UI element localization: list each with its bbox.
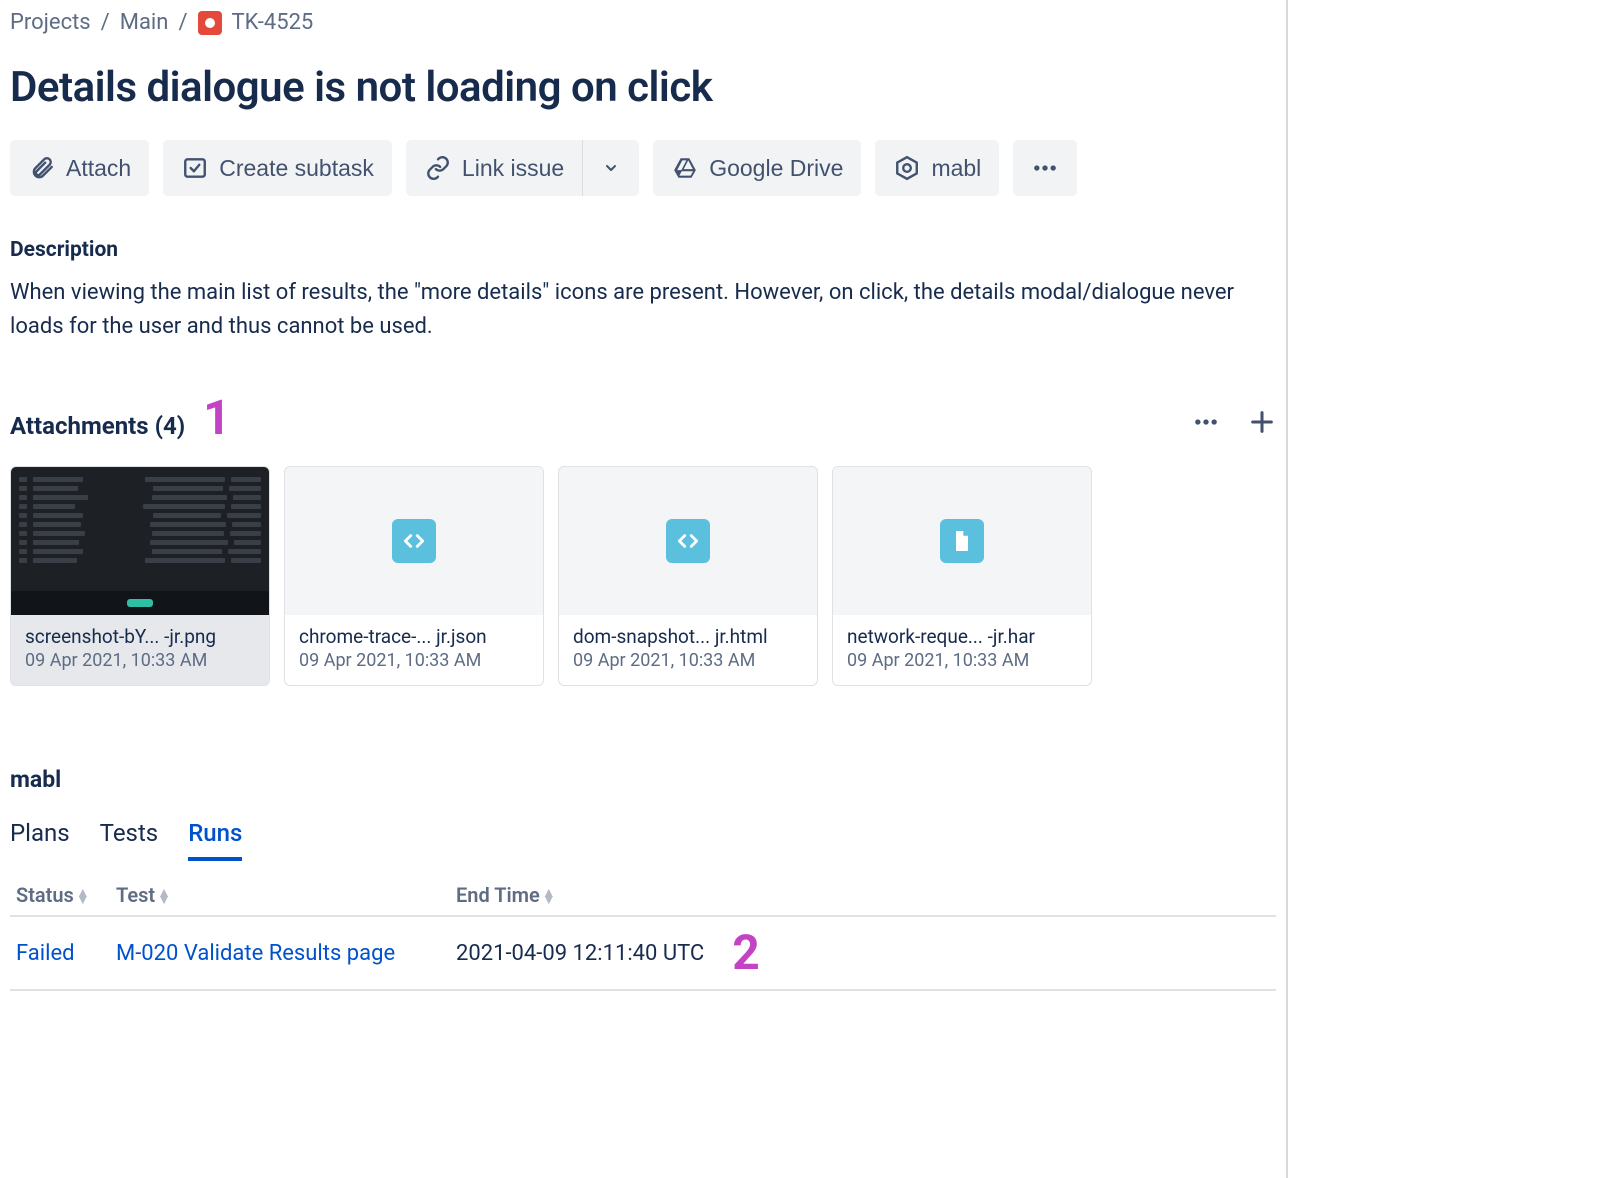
breadcrumb-issue[interactable]: TK-4525 [232, 10, 314, 35]
attach-button[interactable]: Attach [10, 140, 149, 196]
link-issue-dropdown[interactable] [583, 140, 639, 196]
col-end-time-label: End Time [456, 883, 540, 907]
run-end-time: 2021-04-09 12:11:40 UTC [456, 941, 704, 966]
run-status[interactable]: Failed [10, 916, 110, 990]
issue-type-icon [198, 11, 222, 35]
attachment-card[interactable]: screenshot-bY... -jr.png 09 Apr 2021, 10… [10, 466, 270, 686]
sort-icon: ▲▼ [542, 890, 556, 904]
tab-runs[interactable]: Runs [188, 813, 242, 861]
mabl-label: mabl [931, 155, 981, 182]
google-drive-icon [671, 154, 699, 182]
google-drive-button[interactable]: Google Drive [653, 140, 861, 196]
sort-icon: ▲▼ [157, 890, 171, 904]
attachment-date: 09 Apr 2021, 10:33 AM [25, 650, 255, 671]
create-subtask-label: Create subtask [219, 155, 374, 182]
col-test[interactable]: Test▲▼ [110, 875, 450, 916]
more-actions-button[interactable] [1013, 140, 1077, 196]
more-icon [1031, 154, 1059, 182]
attachment-date: 09 Apr 2021, 10:33 AM [573, 650, 803, 671]
breadcrumb-projects[interactable]: Projects [10, 10, 91, 35]
tab-tests[interactable]: Tests [100, 813, 159, 861]
col-status-label: Status [16, 883, 74, 907]
annotation-callout-2: 2 [732, 929, 760, 977]
link-issue-button[interactable]: Link issue [406, 140, 583, 196]
attachment-thumbnail [559, 467, 817, 615]
mabl-icon [893, 154, 921, 182]
attachment-name: network-reque... -jr.har [847, 625, 1077, 648]
description-label: Description [10, 238, 1276, 262]
attachment-card[interactable]: dom-snapshot... jr.html 09 Apr 2021, 10:… [558, 466, 818, 686]
run-test-link[interactable]: M-020 Validate Results page [110, 916, 450, 990]
breadcrumb: Projects / Main / TK-4525 [10, 10, 1276, 35]
attachment-thumbnail [11, 467, 269, 615]
attachment-card[interactable]: network-reque... -jr.har 09 Apr 2021, 10… [832, 466, 1092, 686]
breadcrumb-separator: / [101, 10, 110, 35]
attachment-date: 09 Apr 2021, 10:33 AM [847, 650, 1077, 671]
attachment-name: dom-snapshot... jr.html [573, 625, 803, 648]
attachment-thumbnail [285, 467, 543, 615]
issue-title[interactable]: Details dialogue is not loading on click [10, 63, 1276, 112]
sort-icon: ▲▼ [76, 890, 90, 904]
code-file-icon [666, 519, 710, 563]
link-icon [424, 154, 452, 182]
mabl-button[interactable]: mabl [875, 140, 999, 196]
attachment-thumbnail [833, 467, 1091, 615]
subtask-icon [181, 154, 209, 182]
attachment-card[interactable]: chrome-trace-... jr.json 09 Apr 2021, 10… [284, 466, 544, 686]
create-subtask-button[interactable]: Create subtask [163, 140, 392, 196]
annotation-callout-1: 1 [203, 404, 231, 433]
tab-plans[interactable]: Plans [10, 813, 70, 861]
col-status[interactable]: Status▲▼ [10, 875, 110, 916]
link-issue-group: Link issue [406, 140, 639, 196]
attachments-more-button[interactable] [1192, 408, 1220, 436]
code-file-icon [392, 519, 436, 563]
paperclip-icon [28, 154, 56, 182]
col-test-label: Test [116, 883, 155, 907]
link-issue-label: Link issue [462, 155, 564, 182]
google-drive-label: Google Drive [709, 155, 843, 182]
run-end-time-cell: 2021-04-09 12:11:40 UTC 2 [450, 916, 1276, 990]
mabl-tabs: Plans Tests Runs [10, 813, 1276, 861]
attachment-name: chrome-trace-... jr.json [299, 625, 529, 648]
attachments-title: Attachments (4) [10, 412, 185, 440]
breadcrumb-project[interactable]: Main [120, 10, 169, 35]
attachments-grid: screenshot-bY... -jr.png 09 Apr 2021, 10… [10, 466, 1276, 686]
breadcrumb-separator: / [178, 10, 187, 35]
attachments-add-button[interactable] [1248, 408, 1276, 436]
issue-toolbar: Attach Create subtask Link issue [10, 140, 1276, 196]
attach-label: Attach [66, 155, 131, 182]
runs-table: Status▲▼ Test▲▼ End Time▲▼ Failed M-020 … [10, 875, 1276, 991]
attachment-date: 09 Apr 2021, 10:33 AM [299, 650, 529, 671]
mabl-panel-title: mabl [10, 766, 1276, 793]
col-end-time[interactable]: End Time▲▼ [450, 875, 1276, 916]
document-file-icon [940, 519, 984, 563]
table-row[interactable]: Failed M-020 Validate Results page 2021-… [10, 916, 1276, 990]
attachment-name: screenshot-bY... -jr.png [25, 625, 255, 648]
chevron-down-icon [597, 154, 625, 182]
description-text[interactable]: When viewing the main list of results, t… [10, 276, 1276, 344]
